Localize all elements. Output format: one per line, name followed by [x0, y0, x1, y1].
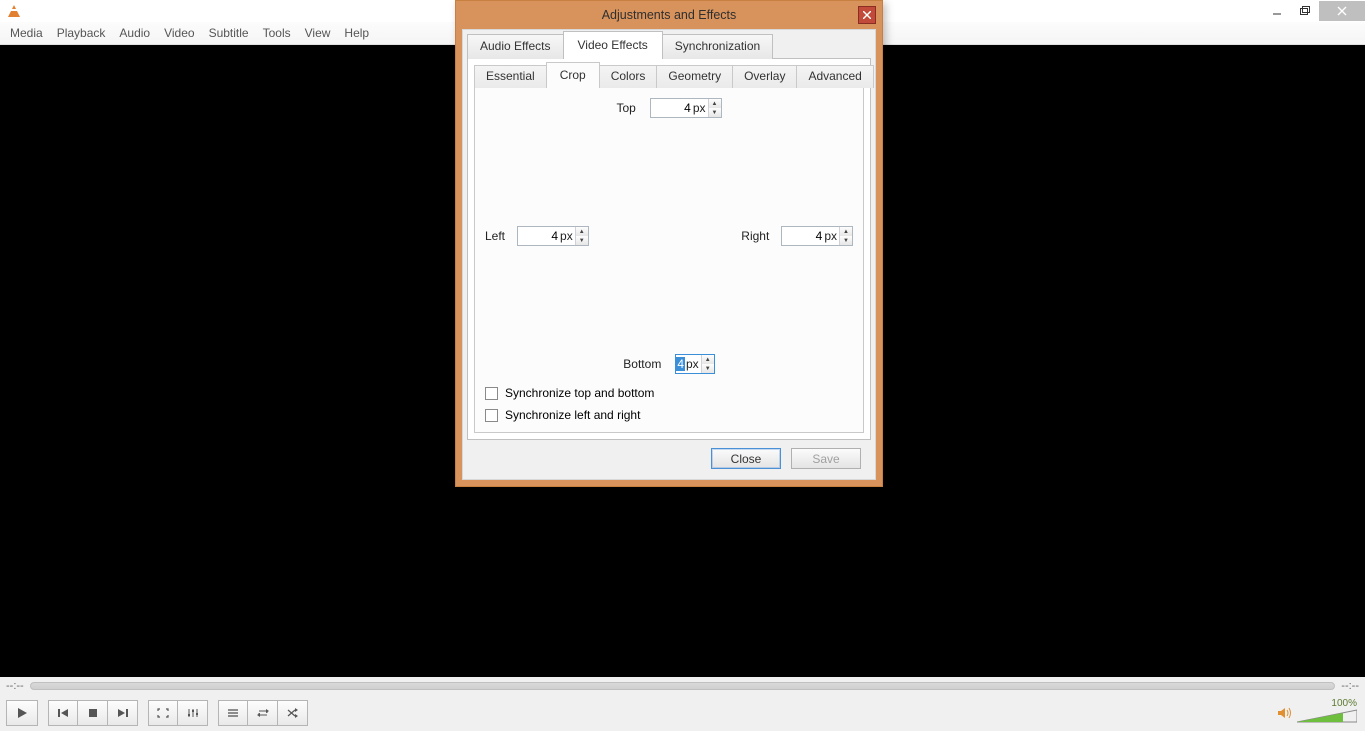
crop-left-label: Left [485, 229, 505, 243]
crop-right-label: Right [741, 229, 769, 243]
crop-panel: Top px ▲▼ Left px [474, 87, 864, 433]
tab-video-effects[interactable]: Video Effects [563, 31, 663, 59]
dialog-tabs: Audio Effects Video Effects Synchronizat… [467, 34, 871, 59]
time-row: --:-- --:-- [0, 677, 1365, 695]
controls-left [6, 700, 308, 726]
unit-px: px [685, 357, 701, 371]
titlebar-left [0, 5, 22, 17]
menu-tools[interactable]: Tools [263, 26, 291, 40]
subtab-colors[interactable]: Colors [599, 65, 658, 88]
video-effects-panel: Essential Crop Colors Geometry Overlay A… [467, 58, 871, 440]
adjustments-effects-dialog: Adjustments and Effects Audio Effects Vi… [455, 0, 883, 487]
unit-px: px [560, 229, 575, 243]
tab-audio-effects[interactable]: Audio Effects [467, 34, 564, 59]
tab-synchronization[interactable]: Synchronization [662, 34, 773, 59]
dialog-footer: Close Save [467, 440, 871, 479]
app-root: Media Playback Audio Video Subtitle Tool… [0, 0, 1365, 731]
dialog-title: Adjustments and Effects [602, 8, 737, 22]
spin-down-icon[interactable]: ▼ [840, 236, 852, 245]
spin-down-icon[interactable]: ▼ [576, 236, 588, 245]
previous-button[interactable] [48, 700, 78, 726]
volume-slider[interactable] [1297, 709, 1357, 727]
crop-middle-row: Left px ▲▼ Right px [485, 226, 853, 246]
crop-bottom-spinbox[interactable]: 4 px ▲▼ [675, 354, 714, 374]
fullscreen-button[interactable] [148, 700, 178, 726]
subtab-geometry[interactable]: Geometry [656, 65, 733, 88]
sync-top-bottom-label: Synchronize top and bottom [505, 386, 654, 400]
crop-bottom-input[interactable]: 4 [676, 357, 685, 371]
crop-top-spinbox[interactable]: px ▲▼ [650, 98, 722, 118]
playback-group [48, 700, 138, 726]
playlist-group [218, 700, 308, 726]
crop-bottom-label: Bottom [623, 357, 661, 371]
crop-right-spinbox[interactable]: px ▲▼ [781, 226, 853, 246]
extended-settings-button[interactable] [178, 700, 208, 726]
crop-left-input[interactable] [518, 229, 560, 243]
spin-down-icon[interactable]: ▼ [709, 108, 721, 117]
stop-button[interactable] [78, 700, 108, 726]
sync-top-bottom-row[interactable]: Synchronize top and bottom [485, 386, 853, 400]
dialog-titlebar[interactable]: Adjustments and Effects [456, 1, 882, 29]
spin-up-icon[interactable]: ▲ [702, 355, 714, 364]
window-minimize-button[interactable] [1263, 1, 1291, 21]
loop-button[interactable] [248, 700, 278, 726]
controls-right: 100% [1277, 698, 1357, 727]
spin-up-icon[interactable]: ▲ [840, 227, 852, 236]
sync-left-right-label: Synchronize left and right [505, 408, 640, 422]
crop-top-row: Top px ▲▼ [485, 98, 853, 118]
crop-bottom-row: Bottom 4 px ▲▼ [485, 354, 853, 374]
window-close-button[interactable] [1319, 1, 1365, 21]
sync-top-bottom-checkbox[interactable] [485, 387, 498, 400]
dialog-body: Audio Effects Video Effects Synchronizat… [462, 29, 876, 480]
menu-media[interactable]: Media [10, 26, 43, 40]
subtab-crop[interactable]: Crop [546, 62, 600, 88]
menu-help[interactable]: Help [344, 26, 369, 40]
dialog-save-button[interactable]: Save [791, 448, 861, 469]
crop-top-label: Top [616, 101, 635, 115]
spin-up-icon[interactable]: ▲ [576, 227, 588, 236]
volume-percentage: 100% [1331, 698, 1357, 709]
unit-px: px [824, 229, 839, 243]
subtab-overlay[interactable]: Overlay [732, 65, 797, 88]
unit-px: px [693, 101, 708, 115]
playlist-button[interactable] [218, 700, 248, 726]
remaining-time[interactable]: --:-- [1341, 680, 1359, 692]
subtab-advanced[interactable]: Advanced [796, 65, 873, 88]
subtab-essential[interactable]: Essential [474, 65, 547, 88]
menu-audio[interactable]: Audio [119, 26, 150, 40]
crop-top-input[interactable] [651, 101, 693, 115]
crop-left-spinbox[interactable]: px ▲▼ [517, 226, 589, 246]
menu-playback[interactable]: Playback [57, 26, 106, 40]
menu-view[interactable]: View [305, 26, 331, 40]
shuffle-button[interactable] [278, 700, 308, 726]
window-maximize-button[interactable] [1291, 1, 1319, 21]
crop-right-input[interactable] [782, 229, 824, 243]
menu-subtitle[interactable]: Subtitle [209, 26, 249, 40]
speaker-icon[interactable] [1277, 706, 1291, 720]
view-group [148, 700, 208, 726]
video-effects-subtabs: Essential Crop Colors Geometry Overlay A… [474, 65, 864, 88]
dialog-close-action-button[interactable]: Close [711, 448, 781, 469]
spin-up-icon[interactable]: ▲ [709, 99, 721, 108]
window-buttons [1263, 1, 1365, 21]
play-button[interactable] [6, 700, 38, 726]
next-button[interactable] [108, 700, 138, 726]
menu-video[interactable]: Video [164, 26, 194, 40]
seek-slider[interactable] [30, 682, 1336, 690]
sync-left-right-checkbox[interactable] [485, 409, 498, 422]
vlc-logo-icon [8, 5, 20, 17]
dialog-close-button[interactable] [858, 6, 876, 24]
elapsed-time[interactable]: --:-- [6, 680, 24, 692]
spin-down-icon[interactable]: ▼ [702, 364, 714, 373]
sync-left-right-row[interactable]: Synchronize left and right [485, 408, 853, 422]
controls-bar: 100% [0, 695, 1365, 731]
